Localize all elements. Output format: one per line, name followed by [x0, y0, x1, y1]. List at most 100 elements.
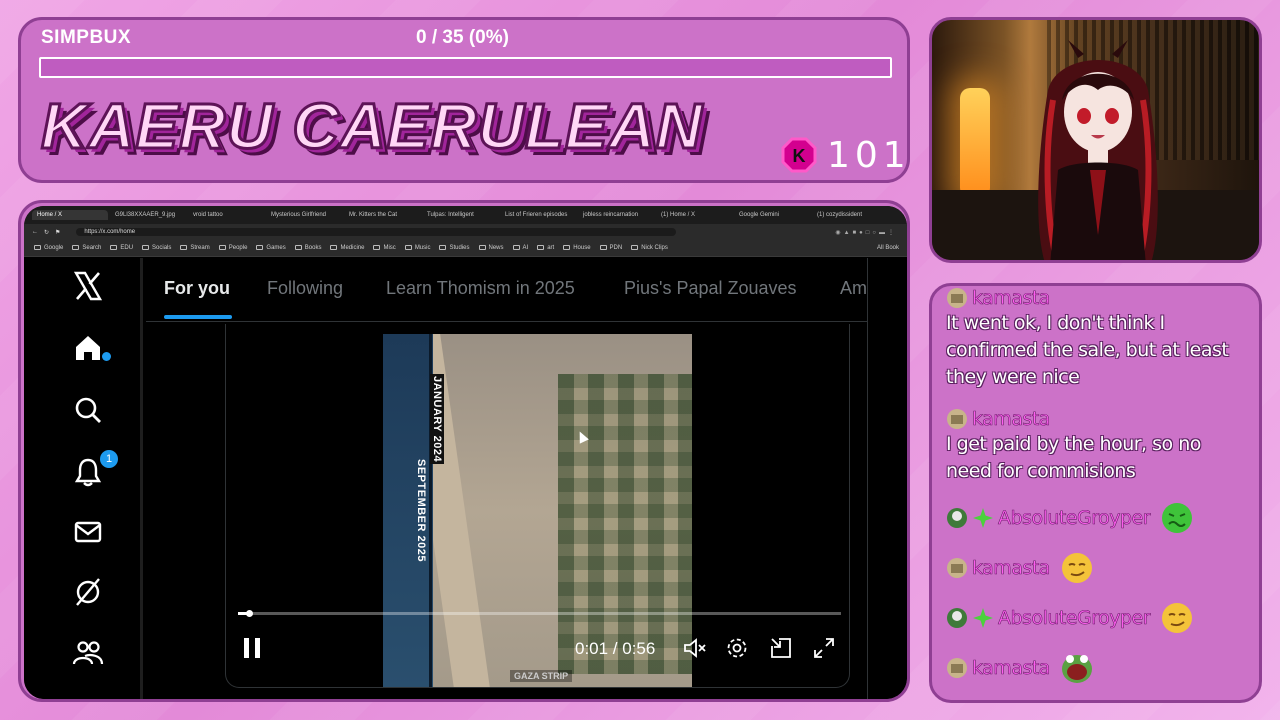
bookmark-folder[interactable]: Music — [404, 244, 430, 251]
browser-tab[interactable]: Tulpas: Intelligent — [422, 210, 498, 220]
mute-icon[interactable] — [683, 636, 707, 660]
chat-username[interactable]: kamasta — [972, 287, 1051, 310]
tab-for-you[interactable]: For you — [164, 278, 230, 299]
bookmark-label: Socials — [152, 245, 172, 252]
back-icon[interactable]: ← — [32, 229, 38, 235]
badge-count: 101 — [827, 135, 911, 176]
chat-user-line: kamasta — [946, 551, 1246, 585]
mail-icon[interactable] — [72, 516, 104, 548]
tab-papal-zouaves[interactable]: Pius's Papal Zouaves — [624, 278, 797, 299]
reload-icon[interactable]: ↻ — [44, 229, 49, 236]
browser-tab[interactable]: Mysterious Girlfriend — [266, 210, 342, 220]
bookmark-folder[interactable]: Medicine — [330, 244, 365, 252]
video-progress-knob[interactable] — [245, 610, 253, 617]
browser-tab[interactable]: Mr. Kitters the Cat — [344, 210, 420, 220]
bookmarks-bar: Google Search EDU Socials Stream People Games B… — [24, 240, 907, 257]
home-icon[interactable] — [72, 332, 104, 364]
picture-in-picture-icon[interactable] — [769, 636, 793, 660]
fullscreen-icon[interactable] — [812, 636, 836, 660]
bookmark-folder[interactable]: art — [537, 244, 555, 252]
chat-text: I get paid by the hour, so no need for c… — [946, 433, 1201, 482]
extension-icons[interactable]: ◉▲■●□○▬⋮ — [835, 229, 897, 236]
search-icon[interactable] — [72, 394, 104, 426]
bookmark-folder[interactable]: EDU — [110, 244, 133, 251]
folder-icon — [404, 244, 412, 250]
bookmark-folder[interactable]: AI — [512, 244, 529, 252]
bookmark-folder[interactable]: Books — [294, 244, 322, 252]
browser-window: Home / X G9Ll38XXAAER_9.jpg vroid tattoo… — [24, 206, 907, 699]
folder-icon — [72, 244, 80, 250]
url-field[interactable]: https://x.com/home — [76, 228, 677, 236]
browser-tab[interactable]: Google Gemini — [734, 210, 810, 220]
x-logo-icon[interactable] — [72, 270, 104, 302]
settings-icon[interactable] — [725, 636, 749, 660]
bookmark-folder[interactable]: Socials — [142, 244, 172, 252]
bookmark-label: AI — [522, 245, 529, 252]
chat-username[interactable]: kamasta — [972, 657, 1051, 680]
sparkle-badge-icon — [973, 608, 993, 628]
bookmark-label: Medicine — [340, 245, 365, 252]
map-label-before: JANUARY 2024 — [430, 374, 444, 465]
bookmark-label: Books — [304, 245, 322, 252]
groyper-avatar-icon — [947, 608, 967, 628]
bookmark-folder[interactable]: Games — [256, 244, 286, 252]
bookmark-label: Games — [266, 245, 286, 252]
bookmark-folder[interactable]: Stream — [180, 244, 210, 251]
chat-user-line: kamasta — [946, 407, 1246, 431]
pause-icon[interactable] — [241, 636, 263, 660]
streamer-name: KAERU CAERULEAN — [39, 90, 704, 162]
bookmark-folder[interactable]: PDN — [599, 244, 623, 252]
video-player[interactable]: JANUARY 2024 SEPTEMBER 2025 GAZA STRIP 0… — [225, 324, 850, 688]
browser-tab[interactable]: (1) Home / X — [656, 210, 732, 220]
browser-tab-bar: Home / X G9Ll38XXAAER_9.jpg vroid tattoo… — [24, 206, 907, 224]
smirk-emote — [1061, 553, 1092, 583]
chat-message: kamasta It went ok, I don't think I conf… — [946, 286, 1246, 391]
bookmark-folder[interactable]: Studies — [439, 244, 470, 252]
chat-username[interactable]: kamasta — [972, 557, 1051, 580]
communities-icon[interactable] — [72, 636, 104, 668]
grok-icon[interactable] — [72, 576, 104, 608]
chat-username[interactable]: AbsoluteGroyper — [998, 607, 1151, 630]
video-progress-track[interactable] — [238, 610, 841, 617]
x-app: 1 For you Following Learn Thomism in 202… — [24, 258, 907, 699]
bookmark-label: Studies — [449, 245, 470, 252]
bookmark-folder[interactable]: Misc — [373, 244, 396, 251]
bookmark-icon[interactable]: ⚑ — [55, 229, 60, 236]
kamasta-avatar-icon — [947, 288, 967, 308]
bookmark-label: art — [547, 245, 555, 252]
folder-icon — [142, 244, 150, 250]
bookmark-folder[interactable]: Google — [34, 244, 63, 251]
chat-username[interactable]: AbsoluteGroyper — [998, 507, 1151, 530]
browser-tab[interactable]: G9Ll38XXAAER_9.jpg — [110, 210, 186, 220]
browser-tab[interactable]: Home / X — [32, 210, 108, 220]
folder-icon — [599, 244, 607, 250]
bookmark-folder[interactable]: Search — [72, 244, 101, 251]
all-bookmarks[interactable]: All Book — [877, 245, 899, 251]
nauseated-emote — [1162, 503, 1193, 533]
map-label-after: SEPTEMBER 2025 — [415, 459, 427, 562]
folder-icon — [631, 244, 639, 250]
tab-following[interactable]: Following — [267, 278, 343, 299]
kamasta-avatar-icon — [947, 558, 967, 578]
chat-user-line: AbsoluteGroyper — [946, 501, 1246, 535]
bookmark-folder[interactable]: House — [563, 244, 591, 252]
folder-icon — [294, 244, 302, 250]
browser-tab[interactable]: jobless reincarnation — [578, 210, 654, 220]
bookmark-folder[interactable]: People — [218, 244, 247, 251]
bookmark-label: PDN — [609, 245, 623, 252]
bookmark-folder[interactable]: Nick Clips — [631, 244, 668, 251]
chat-text: It went ok, I don't think I confirmed th… — [946, 312, 1229, 388]
svg-text:K: K — [793, 146, 806, 166]
bookmark-folder[interactable]: News — [478, 244, 504, 252]
tab-learn-thomism[interactable]: Learn Thomism in 2025 — [386, 278, 575, 299]
chat-username[interactable]: kamasta — [972, 408, 1051, 431]
browser-tab[interactable]: List of Frieren episodes — [500, 210, 576, 220]
tab-more[interactable]: Am — [840, 278, 867, 299]
folder-icon — [34, 244, 41, 250]
browser-tab[interactable]: vroid tattoo — [188, 210, 264, 220]
bookmark-label: House — [573, 245, 591, 252]
browser-tab[interactable]: (1) cozydissident — [812, 210, 888, 220]
bookmark-label: News — [488, 245, 504, 252]
video-time: 0:01 / 0:56 — [575, 639, 656, 658]
timeline-tabs: For you Following Learn Thomism in 2025 … — [146, 258, 867, 322]
